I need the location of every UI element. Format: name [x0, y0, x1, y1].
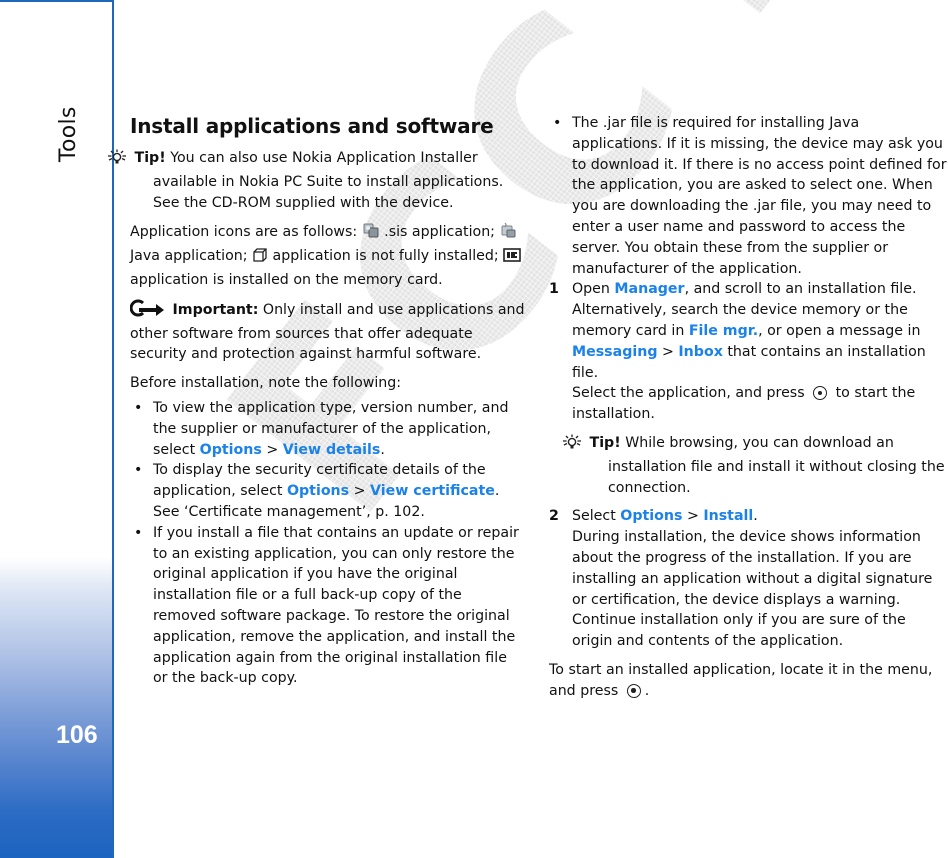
- icons-paragraph: Application icons are as follows: .sis a…: [130, 221, 525, 290]
- navi-key-icon: [813, 386, 828, 401]
- list-item: • The .jar file is required for installi…: [549, 113, 948, 279]
- step-text: Select the application, and press: [572, 385, 810, 402]
- tip-label: Tip!: [589, 434, 621, 451]
- sis-label: .sis application;: [379, 224, 500, 241]
- options-link[interactable]: Options: [620, 508, 682, 524]
- sidebar: Tools 106: [0, 0, 114, 858]
- separator: >: [657, 343, 679, 360]
- step-text: During installation, the device shows in…: [572, 529, 933, 650]
- browsing-tip: Tip! While browsing, you can download an…: [563, 433, 948, 498]
- navi-key-icon: [626, 683, 641, 698]
- bullet-icon: •: [134, 399, 143, 416]
- section-title: Tools: [56, 106, 81, 162]
- step-text: , or open a message in: [758, 322, 921, 339]
- before-installation-heading: Before installation, note the following:: [130, 375, 402, 392]
- list-item-text: The .jar file is required for installing…: [572, 115, 947, 277]
- page-number: 106: [56, 721, 98, 749]
- view-certificate-link[interactable]: View certificate: [370, 483, 495, 499]
- step-number: 1: [549, 281, 559, 298]
- manager-link[interactable]: Manager: [614, 281, 684, 297]
- left-column: Install applications and software Tip! Y…: [108, 112, 525, 689]
- step-text: Open: [572, 281, 615, 298]
- separator: >: [349, 483, 371, 500]
- partial-label: application is not fully installed;: [268, 248, 504, 265]
- list-item: • If you install a file that contains an…: [130, 523, 525, 689]
- java-label: Java application;: [130, 248, 253, 265]
- right-column: • The .jar file is required for installi…: [549, 113, 948, 710]
- java-application-icon: [499, 221, 517, 246]
- memory-card-icon: [503, 247, 521, 270]
- important-label: Important:: [172, 301, 259, 318]
- sis-application-icon: [362, 221, 380, 246]
- messaging-link[interactable]: Messaging: [572, 344, 657, 360]
- step-1: 1 Open Manager, and scroll to an install…: [549, 279, 948, 498]
- step-text: .: [753, 508, 758, 525]
- separator: >: [261, 441, 283, 458]
- inbox-link[interactable]: Inbox: [678, 344, 722, 360]
- important-nokia-icon: [129, 299, 168, 324]
- icons-intro: Application icons are as follows:: [130, 224, 362, 241]
- install-link[interactable]: Install: [703, 508, 753, 524]
- list-item: • To view the application type, version …: [130, 398, 525, 460]
- step-text: Select: [572, 508, 621, 525]
- page-title: Install applications and software: [130, 114, 494, 138]
- important-note: Important: Only install and use applicat…: [129, 299, 525, 365]
- tip-text: While browsing, you can download an inst…: [608, 434, 945, 496]
- list-item-text: If you install a file that contains an u…: [153, 524, 519, 687]
- separator: >: [682, 508, 704, 525]
- bullet-icon: •: [134, 524, 143, 541]
- view-details-link[interactable]: View details: [283, 442, 381, 458]
- options-link[interactable]: Options: [287, 483, 349, 499]
- file-mgr-link[interactable]: File mgr.: [689, 323, 758, 339]
- bullet-icon: •: [134, 462, 143, 479]
- closing-tail: .: [644, 682, 650, 699]
- closing-paragraph: To start an installed application, locat…: [549, 660, 948, 702]
- install-steps: 1 Open Manager, and scroll to an install…: [549, 279, 948, 652]
- step-2: 2 Select Options > Install. During insta…: [549, 506, 948, 652]
- closing-text: To start an installed application, locat…: [549, 661, 933, 699]
- list-item: • To display the security certificate de…: [130, 460, 525, 522]
- bullet-icon: •: [553, 115, 562, 131]
- tip-note: Tip! You can also use Nokia Application …: [108, 148, 525, 213]
- not-installed-box-icon: [252, 247, 268, 270]
- jar-note-list: • The .jar file is required for installi…: [549, 113, 948, 279]
- tip-text: You can also use Nokia Application Insta…: [153, 150, 504, 211]
- memcard-label: application is installed on the memory c…: [130, 271, 443, 288]
- tip-label: Tip!: [134, 150, 166, 166]
- before-installation-list: • To view the application type, version …: [130, 398, 525, 689]
- options-link[interactable]: Options: [200, 442, 262, 458]
- step-number: 2: [549, 508, 559, 525]
- list-item-tail: .: [380, 441, 385, 458]
